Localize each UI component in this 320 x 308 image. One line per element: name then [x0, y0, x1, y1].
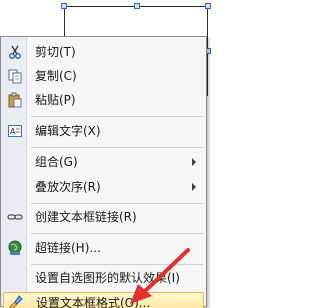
menu-item-label: 超链接(H)... — [35, 241, 101, 255]
menu-separator — [31, 147, 203, 148]
edit-text-icon: A — [7, 123, 23, 139]
menu-item-order[interactable]: 叠放次序(R) — [3, 176, 204, 198]
menu-item-label: 创建文本框链接(R) — [35, 210, 137, 224]
menu-item-label: 粘贴(P) — [35, 93, 76, 107]
format-textbox-icon — [8, 294, 24, 308]
menu-item-label: 组合(G) — [35, 155, 78, 169]
hyperlink-globe-icon — [7, 240, 23, 256]
resize-handle-top-left[interactable] — [61, 3, 67, 9]
submenu-arrow-icon — [192, 183, 196, 191]
menu-item-copy[interactable]: 复制(C) — [3, 65, 204, 87]
scissors-icon — [7, 44, 23, 60]
menu-separator — [31, 203, 203, 204]
svg-text:A: A — [10, 127, 16, 136]
menu-item-label: 叠放次序(R) — [35, 180, 101, 194]
menu-item-edit-text[interactable]: A 编辑文字(X) — [3, 120, 204, 142]
menu-item-label: 剪切(T) — [35, 45, 76, 59]
menu-separator — [31, 233, 203, 234]
submenu-arrow-icon — [192, 158, 196, 166]
menu-item-cut[interactable]: 剪切(T) — [3, 41, 204, 63]
copy-icon — [7, 68, 23, 84]
red-pointer-arrow-icon — [130, 248, 190, 304]
resize-handle-top[interactable] — [134, 3, 140, 9]
menu-item-paste[interactable]: 粘贴(P) — [3, 89, 204, 111]
menu-item-group[interactable]: 组合(G) — [3, 151, 204, 173]
menu-item-label: 复制(C) — [35, 69, 77, 83]
resize-handle-top-right[interactable] — [205, 3, 211, 9]
chain-link-icon — [7, 209, 23, 225]
menu-item-create-textbox-link[interactable]: 创建文本框链接(R) — [3, 206, 204, 228]
menu-item-label: 编辑文字(X) — [35, 124, 101, 138]
menu-separator — [31, 116, 203, 117]
paste-icon — [7, 92, 23, 108]
